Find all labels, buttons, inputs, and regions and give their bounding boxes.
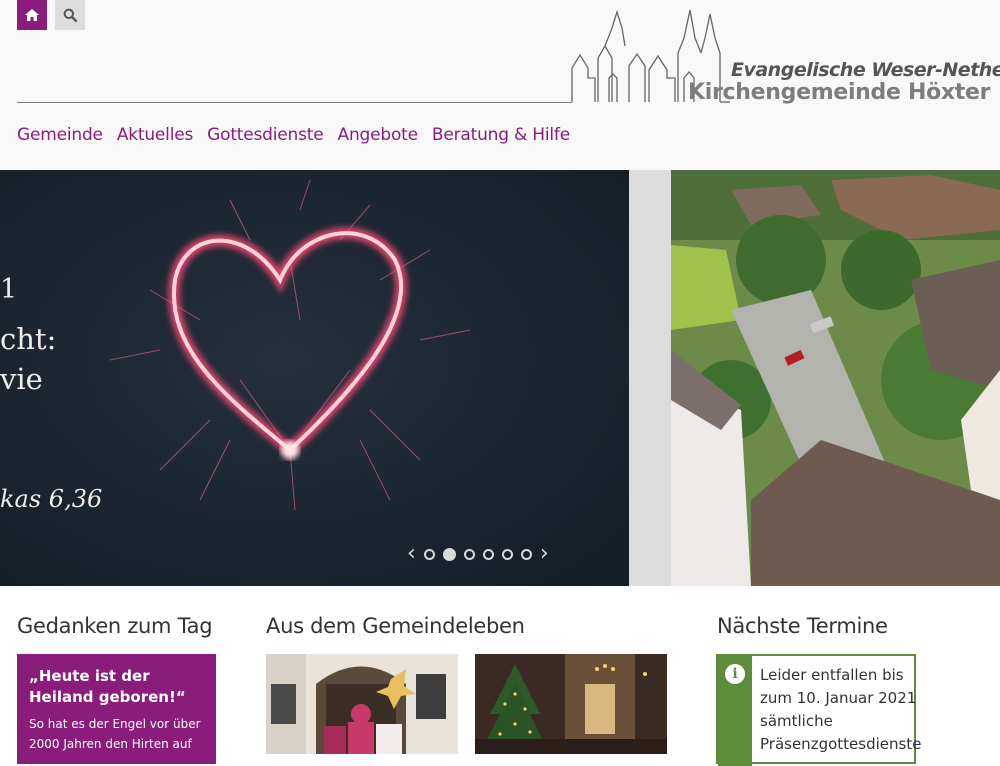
hero-slider[interactable]: 1 cht: vie kas 6,36 ‹ › [0, 170, 629, 586]
logo-baseline [17, 102, 572, 103]
news-thumb-sternsinger[interactable] [266, 654, 458, 754]
search-icon [63, 8, 77, 22]
slide-text-4: kas 6,36 [0, 485, 103, 513]
header: Evangelische Weser-Nethe- Kirchengemeind… [0, 0, 1000, 170]
aerial-church-photo[interactable] [671, 170, 1000, 586]
quote-body: So hat es der Engel vor über 2000 Jahren… [29, 717, 201, 751]
nav-item-beratung[interactable]: Beratung & Hilfe [432, 125, 570, 145]
news-thumb-christmas-church[interactable] [475, 654, 667, 754]
home-button[interactable] [17, 0, 47, 30]
slide-text-1: 1 [0, 274, 18, 305]
notice-line-2: zum 10. Januar 2021 [760, 689, 917, 707]
notice-line-1: Leider entfallen bis [760, 666, 904, 684]
slider-dot-5[interactable] [501, 548, 513, 560]
slider-controls: ‹ › [407, 543, 549, 565]
chevron-right-icon[interactable]: › [540, 543, 549, 565]
info-icon: i [725, 664, 745, 684]
search-button[interactable] [55, 0, 85, 30]
logo-line1[interactable]: Evangelische Weser-Nethe- [731, 59, 1000, 81]
termine-notice: i Leider entfallen bis zum 10. Januar 20… [716, 654, 921, 766]
sparkler-heart-image [0, 170, 629, 586]
nav-item-gottesdienste[interactable]: Gottesdienste [207, 125, 324, 145]
heading-termine: Nächste Termine [717, 614, 888, 638]
heading-gemeindeleben: Aus dem Gemeindeleben [266, 614, 525, 638]
sternsinger-image [266, 654, 458, 754]
notice-text: Leider entfallen bis zum 10. Januar 2021… [760, 664, 921, 756]
notice-line-4: Präsenzgottesdienste [760, 735, 922, 753]
home-icon [25, 9, 39, 21]
slider-dot-6[interactable] [520, 548, 532, 560]
slide-text-3: vie [0, 362, 43, 396]
nav-item-aktuelles[interactable]: Aktuelles [117, 125, 194, 145]
nav-item-angebote[interactable]: Angebote [338, 125, 419, 145]
slider-dot-2[interactable] [442, 547, 456, 561]
christmas-church-image [475, 654, 667, 754]
quote-title: „Heute ist der Heiland geboren!“ [29, 667, 186, 706]
slide-text-2: cht: [0, 322, 57, 356]
nav-item-gemeinde[interactable]: Gemeinde [17, 125, 103, 145]
notice-line-3: sämtliche [760, 712, 833, 730]
chevron-left-icon[interactable]: ‹ [407, 543, 416, 565]
slider-dot-1[interactable] [423, 548, 435, 560]
quote-card[interactable]: „Heute ist der Heiland geboren!“ So hat … [17, 654, 216, 764]
slider-gap [629, 170, 671, 586]
slider-dot-3[interactable] [463, 548, 475, 560]
logo-line2[interactable]: Kirchengemeinde Höxter [688, 80, 990, 105]
heading-gedanken: Gedanken zum Tag [17, 614, 213, 638]
main-nav: Gemeinde Aktuelles Gottesdienste Angebot… [17, 125, 584, 145]
aerial-photo-image [671, 170, 1000, 586]
slider-dot-4[interactable] [482, 548, 494, 560]
